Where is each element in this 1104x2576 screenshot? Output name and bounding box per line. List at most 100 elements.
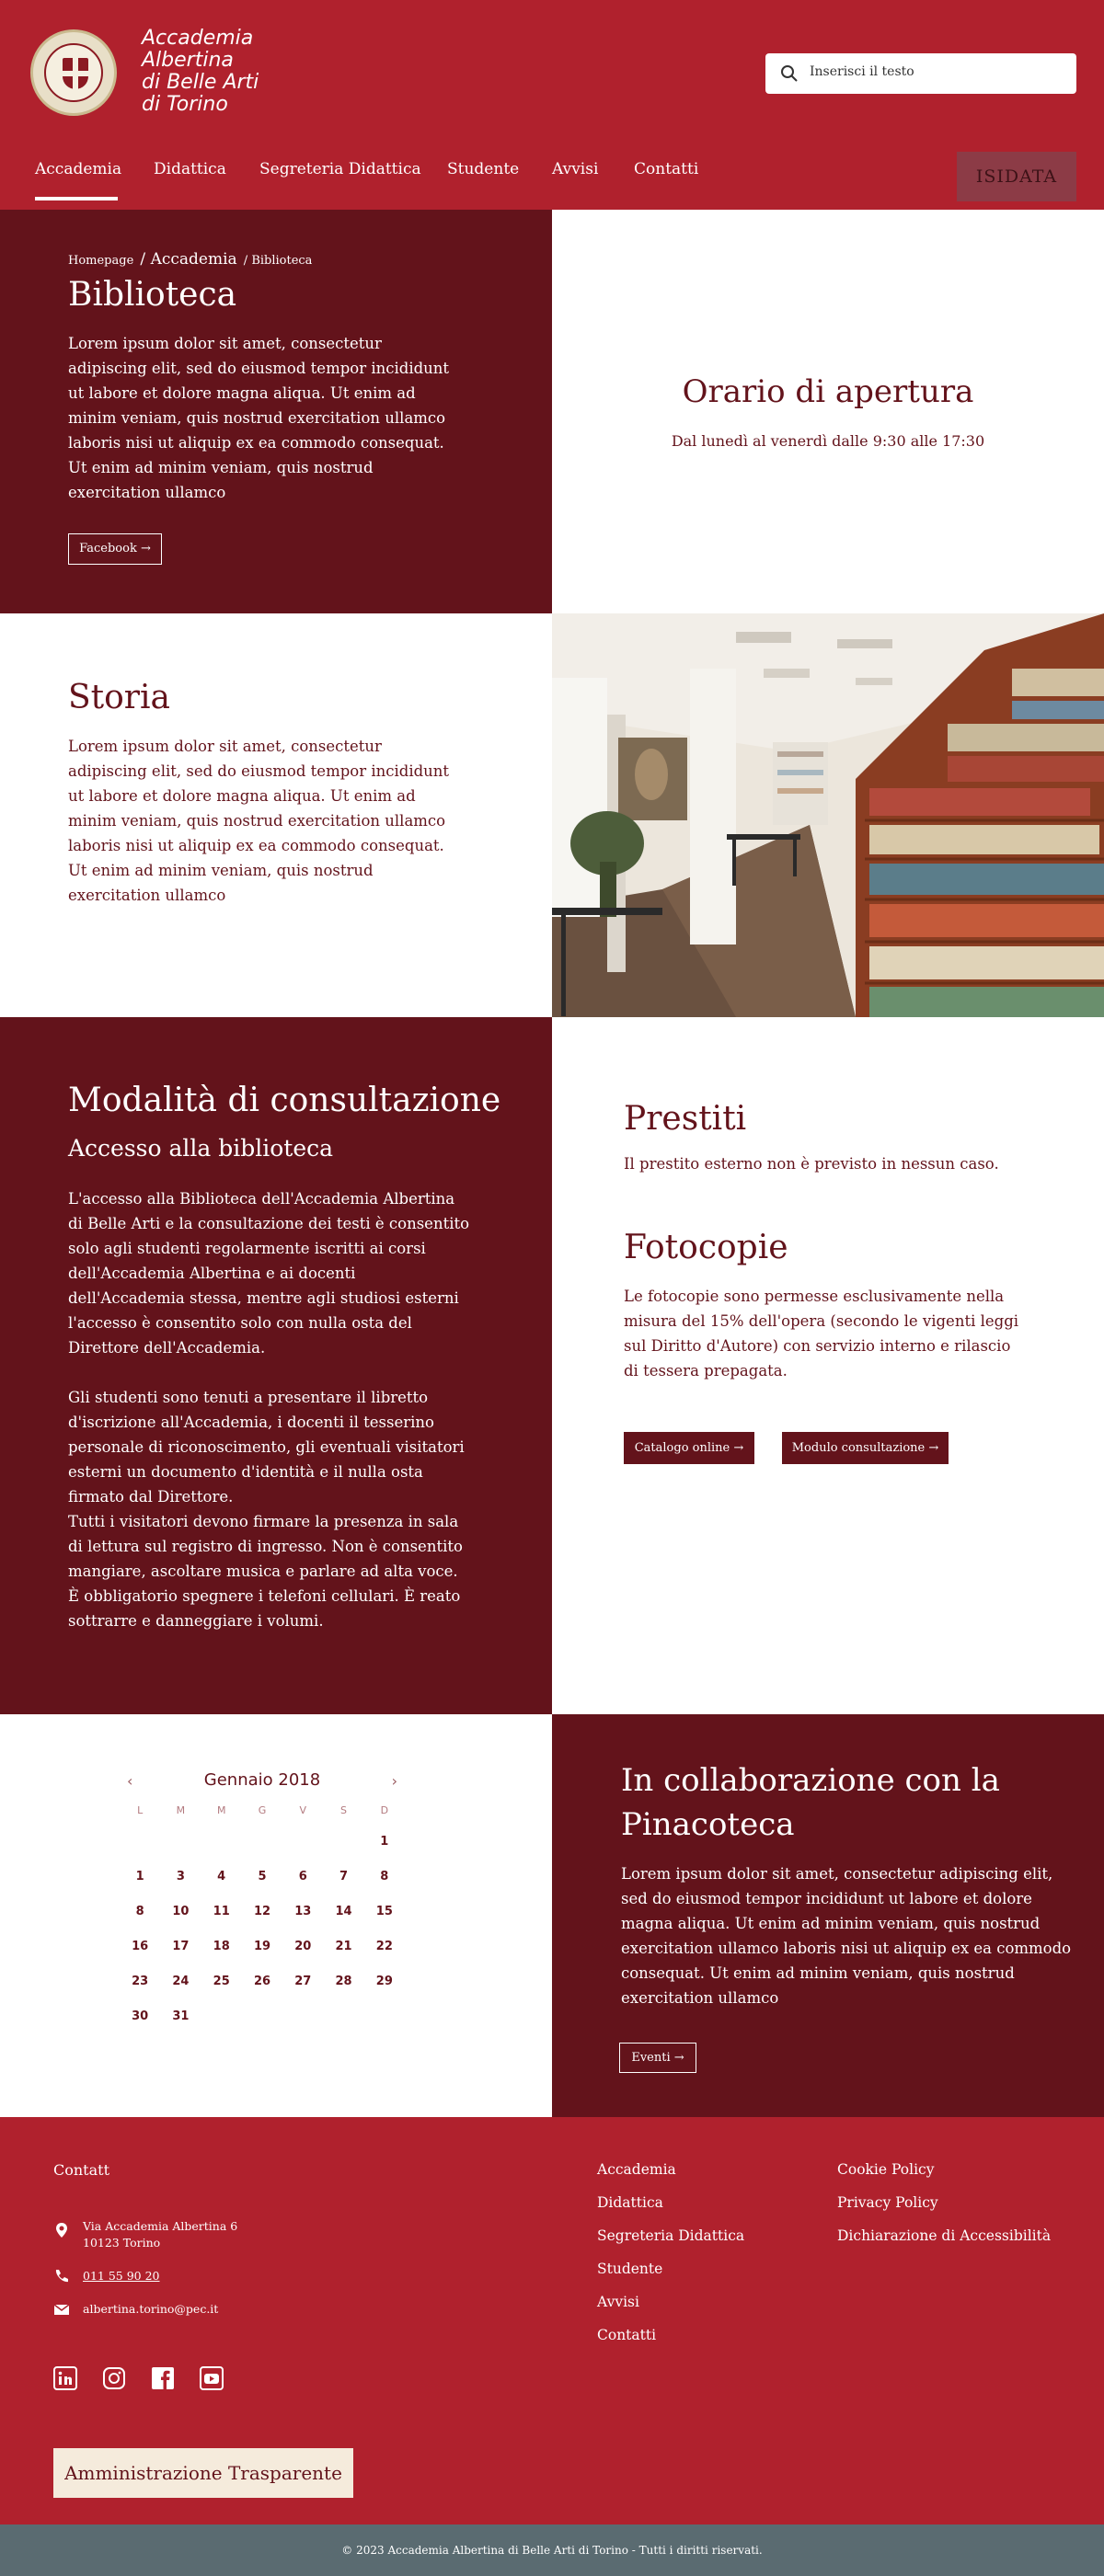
weekday-label: M — [216, 1803, 226, 1816]
calendar-day[interactable]: 10 — [160, 1905, 201, 1918]
collab-text: Lorem ipsum dolor sit amet, consectetur … — [621, 1865, 1072, 2007]
calendar-day[interactable]: 27 — [282, 1975, 323, 1988]
footer-link-didattica[interactable]: Didattica — [597, 2194, 663, 2211]
calendar-day[interactable]: 3 — [160, 1870, 201, 1883]
calendar-day[interactable]: 1 — [364, 1835, 405, 1849]
phone-icon — [55, 2270, 68, 2283]
calendar-day[interactable]: 19 — [242, 1940, 282, 1953]
breadcrumb-accademia[interactable]: Accademia — [151, 250, 237, 269]
nav-contatti[interactable]: Contatti — [634, 160, 698, 178]
calendar-day[interactable]: 31 — [160, 2009, 201, 2023]
calendar-grid: 1 1 3 4 5 6 7 8 8 10 11 12 13 14 15 16 17 18 19 20 21 22 23 24 2… — [120, 1824, 405, 2033]
calendar-next-icon[interactable]: › — [392, 1772, 397, 1790]
weekday-label: D — [380, 1803, 389, 1816]
calendar-day[interactable]: 8 — [364, 1870, 405, 1883]
calendar: ‹ Gennaio 2018 › L M M G V S D 113456788… — [120, 1770, 405, 2033]
calendar-day[interactable]: 18 — [201, 1940, 242, 1953]
calendar-day[interactable]: 8 — [120, 1905, 160, 1918]
footer-contact-title: Contatt — [53, 2161, 110, 2179]
weekday-label: V — [299, 1803, 307, 1816]
amministrazione-trasparente-button[interactable]: Amministrazione Trasparente — [53, 2448, 353, 2498]
fotocopie-text: Le fotocopie sono permesse esclusivament… — [624, 1288, 1019, 1380]
breadcrumb-homepage[interactable]: Homepage — [68, 254, 133, 268]
nav-active-indicator — [35, 197, 118, 200]
weekday-label: L — [137, 1803, 144, 1816]
phone-link[interactable]: 011 55 90 20 — [83, 2268, 160, 2284]
calendar-day[interactable]: 7 — [323, 1870, 363, 1883]
page-title: Biblioteca — [68, 276, 237, 314]
catalogo-online-button[interactable]: Catalogo online → — [624, 1432, 754, 1464]
library-photo — [552, 613, 1104, 1017]
search-icon — [781, 65, 798, 82]
biblioteca-text: Lorem ipsum dolor sit amet, consectetur … — [68, 335, 450, 501]
calendar-day[interactable]: 6 — [282, 1870, 323, 1883]
calendar-week: 8 10 11 12 13 14 15 — [120, 1894, 405, 1929]
calendar-week: 30 31 — [120, 1998, 405, 2033]
prestiti-text: Il prestito esterno non è previsto in ne… — [624, 1155, 999, 1173]
calendar-day[interactable]: 4 — [201, 1870, 242, 1883]
isidata-button[interactable]: ISIDATA — [957, 152, 1076, 201]
calendar-day[interactable]: 29 — [364, 1975, 405, 1988]
calendar-day[interactable]: 21 — [323, 1940, 363, 1953]
calendar-day[interactable]: 17 — [160, 1940, 201, 1953]
nav-studente[interactable]: Studente — [447, 160, 519, 178]
calendar-day[interactable]: 26 — [242, 1975, 282, 1988]
search-placeholder: Inserisci il testo — [810, 64, 914, 79]
modulo-consultazione-button[interactable]: Modulo consultazione → — [782, 1432, 949, 1464]
linkedin-icon[interactable] — [53, 2366, 77, 2390]
calendar-day[interactable]: 20 — [282, 1940, 323, 1953]
consultazione-text-2: Gli studenti sono tenuti a presentare il… — [68, 1389, 465, 1630]
footer-link-accessibilita[interactable]: Dichiarazione di Accessibilità — [837, 2227, 1051, 2244]
orario-section — [552, 210, 1104, 613]
calendar-day[interactable]: 22 — [364, 1940, 405, 1953]
calendar-day[interactable]: 16 — [120, 1940, 160, 1953]
accademia-seal-logo[interactable] — [30, 29, 117, 116]
footer-link-accademia[interactable]: Accademia — [597, 2161, 676, 2178]
nav-avvisi[interactable]: Avvisi — [552, 160, 598, 178]
weekday-label: G — [258, 1803, 267, 1816]
consultazione-subtitle: Accesso alla biblioteca — [68, 1135, 334, 1162]
calendar-day[interactable]: 13 — [282, 1905, 323, 1918]
calendar-day[interactable]: 5 — [242, 1870, 282, 1883]
calendar-day[interactable]: 24 — [160, 1975, 201, 1988]
youtube-icon[interactable] — [200, 2366, 224, 2390]
footer-link-avvisi[interactable]: Avvisi — [597, 2294, 639, 2310]
main-nav: Accademia Didattica Segreteria Didattica… — [0, 155, 1104, 210]
calendar-day[interactable]: 1 — [120, 1870, 160, 1883]
breadcrumb: Homepage / Accademia / Biblioteca — [68, 250, 313, 269]
email-link[interactable]: albertina.torino@pec.it — [83, 2301, 218, 2318]
mail-icon — [53, 2304, 70, 2315]
address-line-1: Via Accademia Albertina 6 — [83, 2219, 238, 2233]
prestiti-title: Prestiti — [624, 1100, 747, 1138]
consultazione-title: Modalità di consultazione — [68, 1082, 501, 1119]
site-logo-text[interactable]: Accademia Albertina di Belle Arti di Tor… — [142, 28, 289, 116]
calendar-month: Gennaio 2018 — [203, 1770, 321, 1790]
calendar-day[interactable]: 25 — [201, 1975, 242, 1988]
storia-text: Lorem ipsum dolor sit amet, consectetur … — [68, 738, 450, 904]
footer-link-segreteria[interactable]: Segreteria Didattica — [597, 2227, 744, 2244]
calendar-week: 1345678 — [120, 1859, 405, 1894]
eventi-button[interactable]: Eventi → — [619, 2043, 696, 2073]
nav-didattica[interactable]: Didattica — [154, 160, 226, 178]
footer-link-privacy-policy[interactable]: Privacy Policy — [837, 2194, 938, 2211]
weekday-label: S — [340, 1803, 348, 1816]
location-pin-icon — [56, 2223, 67, 2238]
orario-title: Orario di apertura — [682, 373, 974, 410]
facebook-icon[interactable] — [151, 2366, 175, 2390]
nav-segreteria-didattica[interactable]: Segreteria Didattica — [259, 160, 421, 178]
calendar-day[interactable]: 23 — [120, 1975, 160, 1988]
nav-accademia[interactable]: Accademia — [35, 160, 121, 178]
footer-link-contatti[interactable]: Contatti — [597, 2327, 656, 2343]
breadcrumb-biblioteca: Biblioteca — [251, 254, 313, 268]
footer-link-cookie-policy[interactable]: Cookie Policy — [837, 2161, 934, 2178]
facebook-button[interactable]: Facebook → — [68, 533, 162, 565]
calendar-day[interactable]: 28 — [323, 1975, 363, 1988]
calendar-day[interactable]: 12 — [242, 1905, 282, 1918]
footer-link-studente[interactable]: Studente — [597, 2261, 662, 2277]
calendar-day[interactable]: 15 — [364, 1905, 405, 1918]
search-input[interactable]: Inserisci il testo — [765, 53, 1076, 94]
calendar-day[interactable]: 11 — [201, 1905, 242, 1918]
calendar-day[interactable]: 30 — [120, 2009, 160, 2023]
calendar-day[interactable]: 14 — [323, 1905, 363, 1918]
instagram-icon[interactable] — [102, 2366, 126, 2390]
